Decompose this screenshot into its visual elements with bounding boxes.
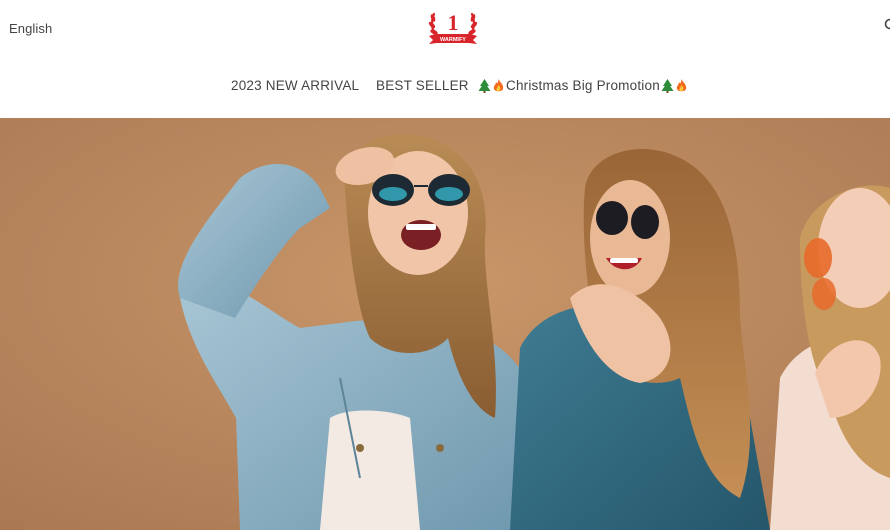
hero-banner-image <box>0 118 890 530</box>
logo-badge-number: 1 <box>448 10 459 35</box>
main-navigation: 2023 NEW ARRIVAL BEST SELLER Christmas B… <box>0 78 890 100</box>
hero-banner[interactable] <box>0 118 890 530</box>
language-selector[interactable]: English <box>9 21 52 36</box>
christmas-promotion-label: Christmas Big Promotion <box>506 78 660 93</box>
brand-logo[interactable]: 1 WARMIFY <box>423 6 483 50</box>
christmas-tree-icon <box>661 78 674 93</box>
fire-icon <box>675 78 688 93</box>
logo-banner-text: WARMIFY <box>440 37 466 43</box>
search-icon[interactable] <box>884 18 890 32</box>
christmas-tree-icon <box>478 78 491 93</box>
nav-item-christmas-promotion[interactable]: Christmas Big Promotion <box>478 78 688 96</box>
fire-icon <box>492 78 505 93</box>
nav-item-new-arrival[interactable]: 2023 NEW ARRIVAL <box>231 78 359 93</box>
nav-item-best-seller[interactable]: BEST SELLER <box>376 78 469 93</box>
site-header: English 1 WARMIFY 2023 NEW ARRIVAL BEST … <box>0 0 890 118</box>
